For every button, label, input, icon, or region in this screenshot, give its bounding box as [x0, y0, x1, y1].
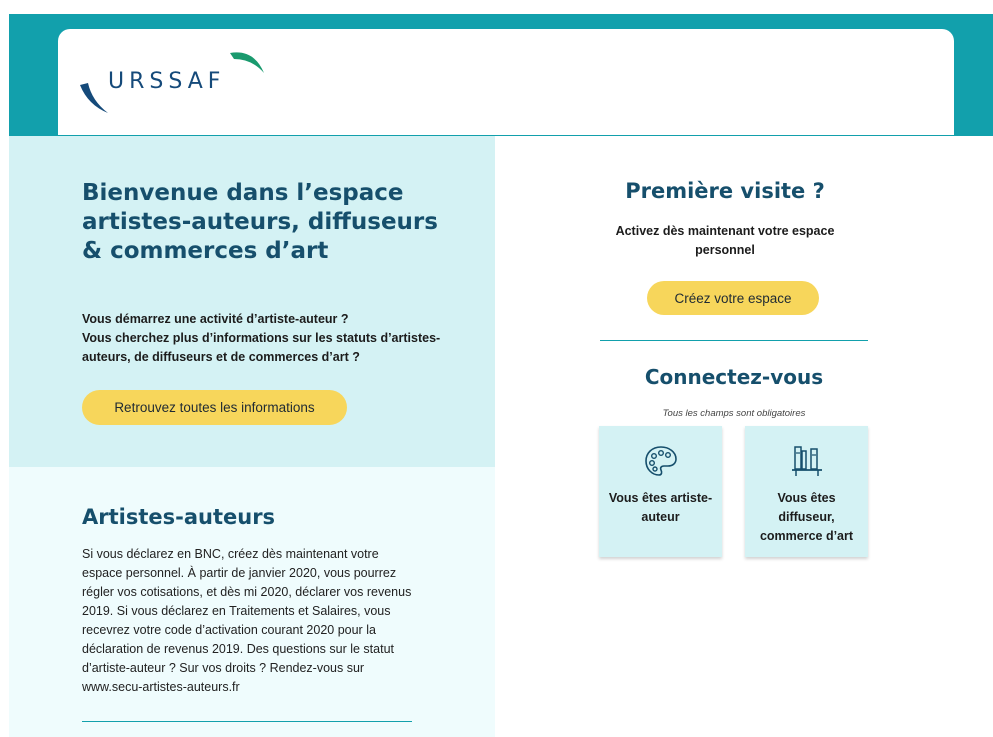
artists-section: Artistes-auteurs Si vous déclarez en BNC…: [9, 467, 495, 737]
first-visit-subtitle: Activez dès maintenant votre espace pers…: [615, 224, 835, 257]
connect-title: Connectez-vous: [644, 365, 824, 389]
welcome-line-1: Vous démarrez une activité d’artiste-aut…: [82, 312, 349, 326]
welcome-section: Bienvenue dans l’espace artistes-auteurs…: [9, 136, 495, 467]
welcome-line-2: Vous cherchez plus d’informations sur le…: [82, 331, 441, 364]
palette-icon: [644, 446, 677, 476]
diffuser-tile-label: Vous êtes diffuseur, commerce d’art: [759, 491, 854, 543]
bookshelf-icon: [791, 446, 822, 476]
welcome-title: Bienvenue dans l’espace artistes-auteurs…: [82, 180, 438, 264]
login-section: Première visite ? Activez dès maintenant…: [495, 136, 993, 737]
required-fields-note: Tous les champs sont obligatoires: [662, 408, 806, 419]
first-visit-title: Première visite ?: [625, 179, 825, 203]
diffuser-tile[interactable]: Vous êtes diffuseur, commerce d’art: [745, 426, 868, 557]
artists-text: Si vous déclarez en BNC, créez dès maint…: [82, 547, 412, 694]
login-divider: [600, 340, 868, 341]
artist-author-tile[interactable]: Vous êtes artiste-auteur: [599, 426, 722, 557]
artists-divider: [82, 721, 412, 722]
artist-author-tile-label: Vous êtes artiste-auteur: [608, 491, 713, 524]
welcome-text: Vous démarrez une activité d’artiste-aut…: [82, 310, 462, 367]
page: URSSAF Bienvenue dans l’espace artistes-…: [9, 14, 993, 737]
header-card: URSSAF: [58, 29, 954, 136]
artists-title: Artistes-auteurs: [82, 505, 276, 529]
logo-text: URSSAF: [108, 69, 226, 94]
info-button[interactable]: Retrouvez toutes les informations: [82, 390, 347, 425]
create-space-button[interactable]: Créez votre espace: [647, 281, 819, 315]
urssaf-logo[interactable]: URSSAF: [78, 47, 278, 117]
